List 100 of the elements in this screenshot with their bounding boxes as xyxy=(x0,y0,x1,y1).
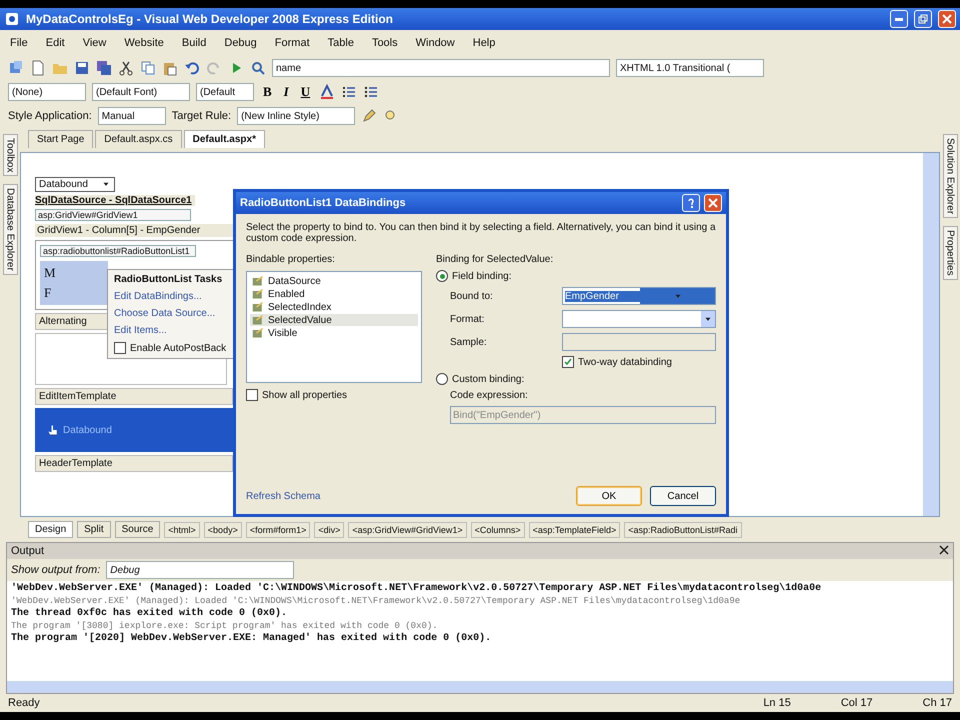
side-tab[interactable]: Toolbox xyxy=(2,134,18,176)
paste-icon[interactable] xyxy=(162,60,178,76)
help-button[interactable] xyxy=(682,194,700,212)
radio-option[interactable]: M xyxy=(44,265,104,281)
property-item[interactable]: SelectedIndex xyxy=(250,301,418,313)
menu-item[interactable]: Website xyxy=(122,37,166,49)
view-tab[interactable]: Split xyxy=(77,521,111,538)
find-icon[interactable] xyxy=(250,60,266,76)
property-icon xyxy=(252,275,264,287)
view-tab[interactable]: Source xyxy=(114,521,160,538)
document-tab[interactable]: Start Page xyxy=(28,130,94,148)
gridview-tag: asp:GridView#GridView1 xyxy=(35,209,191,221)
output-line: The program '[2020] WebDev.WebServer.EXE: Managed' has exited with code 0 (0x0). xyxy=(11,633,492,644)
target-rule-label: Target Rule: xyxy=(172,110,232,122)
menu-item[interactable]: Tools xyxy=(370,37,400,49)
field-binding-radio[interactable] xyxy=(436,270,448,282)
copy-icon[interactable] xyxy=(140,60,156,76)
menu-item[interactable]: File xyxy=(8,37,30,49)
block-format-field[interactable]: (None) xyxy=(8,83,86,101)
numbered-list-icon[interactable] xyxy=(341,84,358,100)
show-output-label: Show output from: xyxy=(11,564,100,576)
char-number: Ch 17 xyxy=(922,697,952,709)
refresh-schema-link[interactable]: Refresh Schema xyxy=(246,490,320,502)
tag-breadcrumb[interactable]: <div> xyxy=(314,522,344,538)
pencil-icon[interactable] xyxy=(361,108,378,124)
menu-item[interactable]: Table xyxy=(326,37,356,49)
bold-button[interactable]: B xyxy=(260,84,275,100)
save-all-icon[interactable] xyxy=(96,60,112,76)
status-text: Ready xyxy=(8,697,41,709)
property-icon xyxy=(252,314,264,326)
output-source-field[interactable]: Debug xyxy=(106,561,294,579)
format-dropdown[interactable] xyxy=(562,310,716,328)
custom-binding-radio[interactable] xyxy=(436,373,448,385)
cancel-button[interactable]: Cancel xyxy=(650,486,716,506)
output-line: The program '[3080] iexplore.exe: Script program' has exited with code 0 (0x0). xyxy=(11,621,439,631)
target-rule-field[interactable]: (New Inline Style) xyxy=(237,107,356,125)
code-expression-label: Code expression: xyxy=(449,390,529,401)
autopostback-label: Enable AutoPostBack xyxy=(130,342,226,354)
side-tab[interactable]: Solution Explorer xyxy=(942,134,958,218)
font-field[interactable]: (Default Font) xyxy=(92,83,190,101)
close-icon[interactable] xyxy=(939,545,949,555)
bound-to-dropdown[interactable]: EmpGender xyxy=(562,287,716,305)
property-item[interactable]: SelectedValue xyxy=(250,314,418,326)
style-application-field[interactable]: Manual xyxy=(98,107,166,125)
font-color-icon[interactable] xyxy=(319,84,336,100)
new-project-icon[interactable] xyxy=(8,60,24,76)
side-tab[interactable]: Properties xyxy=(942,226,958,280)
menu-item[interactable]: Debug xyxy=(222,37,259,49)
doctype-field[interactable]: XHTML 1.0 Transitional ( xyxy=(616,59,764,77)
tag-breadcrumb[interactable]: <Columns> xyxy=(470,522,525,538)
two-way-checkbox[interactable] xyxy=(562,356,574,368)
menu-item[interactable]: Window xyxy=(414,37,457,49)
dialog-title: RadioButtonList1 DataBindings xyxy=(240,197,407,209)
binding-label: Binding for SelectedValue: xyxy=(436,254,554,265)
tag-breadcrumb[interactable]: <asp:TemplateField> xyxy=(528,522,620,538)
close-button[interactable] xyxy=(938,10,956,28)
autopostback-checkbox[interactable] xyxy=(114,342,126,354)
app-icon[interactable] xyxy=(4,11,20,27)
document-tab[interactable]: Default.aspx.cs xyxy=(95,130,182,148)
tag-breadcrumb[interactable]: <body> xyxy=(204,522,242,538)
italic-button[interactable]: I xyxy=(280,84,292,100)
output-line: 'WebDev.WebServer.EXE' (Managed): Loaded 'C:\WINDOWS\Microsoft.NET\Framework\v2.0.50727\Temporary ASP.NET Files\mydatacontrolseg\1d0a0e xyxy=(11,583,822,594)
cut-icon[interactable] xyxy=(118,60,134,76)
show-all-label: Show all properties xyxy=(262,390,348,400)
undo-icon[interactable] xyxy=(184,60,200,76)
dialog-description: Select the property to bind to. You can then bind it by selecting a field. Alternatively, you can bind it using a custom code expression. xyxy=(246,222,716,244)
tag-breadcrumb[interactable]: <asp:RadioButtonList#Radi xyxy=(624,522,742,538)
menu-item[interactable]: Format xyxy=(272,37,312,49)
menu-item[interactable]: Edit xyxy=(44,37,67,49)
databound-dropdown[interactable]: Databound xyxy=(35,177,115,192)
menu-item[interactable]: Help xyxy=(470,37,498,49)
sample-label: Sample: xyxy=(450,336,488,348)
minimize-icon xyxy=(895,18,903,20)
restore-icon xyxy=(918,14,928,24)
restore-button[interactable] xyxy=(914,10,932,28)
radio-option[interactable]: F xyxy=(44,285,104,301)
menu-item[interactable]: Build xyxy=(180,37,208,49)
property-item[interactable]: DataSource xyxy=(250,275,418,287)
tag-breadcrumb[interactable]: <html> xyxy=(164,522,200,538)
element-field[interactable]: name xyxy=(272,59,610,77)
menu-item[interactable]: View xyxy=(80,37,108,49)
template-label: EditItemTemplate xyxy=(35,388,233,405)
new-file-icon[interactable] xyxy=(30,60,46,76)
tag-breadcrumb[interactable]: <asp:GridView#GridView1> xyxy=(348,522,467,538)
sample-field[interactable] xyxy=(562,333,716,351)
tag-breadcrumb[interactable]: <form#form1> xyxy=(246,522,310,538)
property-item[interactable]: Visible xyxy=(250,327,418,339)
font-size-field[interactable]: (Default xyxy=(196,83,254,101)
underline-button[interactable]: U xyxy=(298,84,314,100)
show-all-checkbox[interactable] xyxy=(246,389,258,401)
side-tab[interactable]: Database Explorer xyxy=(2,184,18,276)
ok-button[interactable]: OK xyxy=(576,486,642,506)
save-icon[interactable] xyxy=(74,60,90,76)
minimize-button[interactable] xyxy=(890,10,908,28)
bulleted-list-icon[interactable] xyxy=(363,84,380,100)
document-tab[interactable]: Default.aspx* xyxy=(184,130,265,148)
close-button[interactable] xyxy=(704,194,722,212)
hand-cursor-icon[interactable] xyxy=(47,424,59,436)
property-item[interactable]: Enabled xyxy=(250,288,418,300)
view-tab[interactable]: Design xyxy=(28,521,74,538)
